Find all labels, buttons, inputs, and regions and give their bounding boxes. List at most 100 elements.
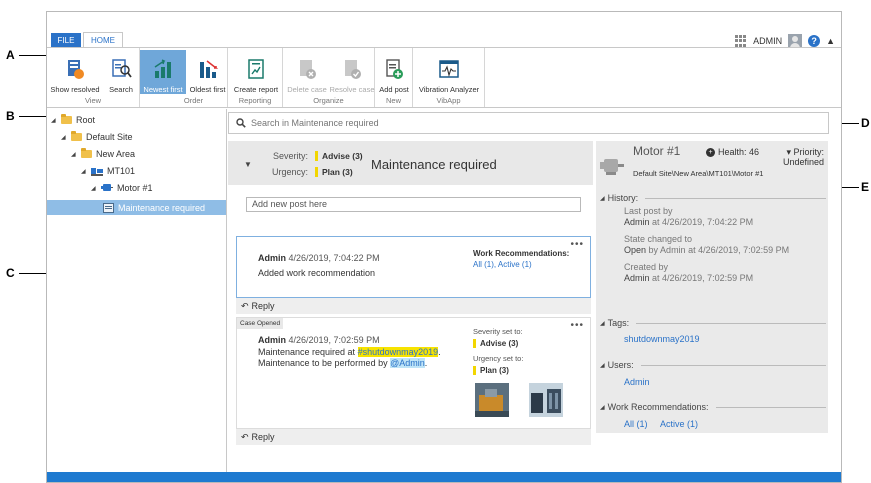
reply-button[interactable]: ↶ Reply xyxy=(236,298,591,314)
last-post-at: at 4/26/2019, 7:04:22 PM xyxy=(652,217,754,227)
expand-arrow-icon[interactable]: ◢ xyxy=(61,134,67,141)
tree-item-new-area[interactable]: ◢ New Area xyxy=(71,147,135,161)
post-text-prefix: Maintenance to be performed by xyxy=(258,358,391,368)
wr-all-link[interactable]: All (1) xyxy=(624,419,648,429)
search-button[interactable]: Search xyxy=(104,50,138,94)
work-recommendations-title: Work Recommendations: xyxy=(607,402,709,412)
collapse-case-icon[interactable]: ▼ xyxy=(244,160,252,169)
tree-item-mt101[interactable]: ◢ MT101 xyxy=(81,164,135,178)
ribbon-group-view-label: View xyxy=(84,96,102,105)
reply-icon: ↶ xyxy=(241,431,249,442)
add-post-button[interactable]: Add post xyxy=(377,50,411,94)
search-input[interactable] xyxy=(251,118,811,128)
reply-button[interactable]: ↶ Reply xyxy=(236,429,591,445)
post-text-suffix: . xyxy=(438,347,441,357)
tree-item-motor-1[interactable]: ◢ Motor #1 xyxy=(91,181,153,195)
collapse-arrow-icon[interactable]: ◢ xyxy=(600,404,605,411)
state-value: Open xyxy=(624,245,647,255)
status-bar xyxy=(47,472,841,482)
case-header: ▼ Severity: Advise (3) Urgency: Plan (3)… xyxy=(228,141,593,185)
collapse-arrow-icon[interactable]: ◢ xyxy=(600,195,605,202)
mention-link[interactable]: @Admin xyxy=(390,358,425,368)
tab-file[interactable]: FILE xyxy=(51,33,81,47)
expand-arrow-icon[interactable]: ◢ xyxy=(81,168,87,175)
attachment-thumbnail[interactable] xyxy=(475,383,509,417)
folder-icon xyxy=(61,114,72,124)
urgency-label: Urgency: xyxy=(271,167,308,177)
resolve-case-label: Resolve case xyxy=(329,85,375,94)
ribbon-group-organize-label: Organize xyxy=(313,96,344,105)
wr-all-link[interactable]: All (1), xyxy=(473,260,496,269)
hashtag-link[interactable]: #shutdownmay2019 xyxy=(357,347,439,357)
tab-home[interactable]: HOME xyxy=(83,32,123,47)
new-post-input[interactable]: Add new post here xyxy=(246,197,581,212)
post-author: Admin xyxy=(258,335,286,345)
wr-active-link[interactable]: Active (1) xyxy=(660,419,698,429)
folder-icon xyxy=(71,131,82,141)
tree-item-label: Maintenance required xyxy=(118,202,206,213)
more-options-icon[interactable]: ••• xyxy=(570,320,584,331)
search-icon xyxy=(236,118,246,128)
search-doc-icon xyxy=(112,59,132,78)
reply-icon: ↶ xyxy=(241,300,249,311)
tree-item-label: MT101 xyxy=(107,166,136,176)
help-icon[interactable]: ? xyxy=(808,35,821,47)
resolve-case-button[interactable]: Resolve case xyxy=(329,50,375,94)
expand-arrow-icon[interactable]: ◢ xyxy=(51,117,57,124)
created-by: Admin xyxy=(624,273,650,283)
delete-case-button[interactable]: Delete case xyxy=(285,50,329,94)
newest-first-button[interactable]: Newest first xyxy=(140,50,186,94)
ribbon-group-new: Add post New xyxy=(375,48,413,107)
history-created: Created by Admin at 4/26/2019, 7:02:59 P… xyxy=(624,262,753,284)
vibration-analyzer-button[interactable]: Vibration Analyzer xyxy=(415,50,483,94)
oldest-first-button[interactable]: Oldest first xyxy=(187,50,228,94)
avatar[interactable] xyxy=(788,34,803,48)
urgency-set-value: Plan (3) xyxy=(473,366,509,375)
add-post-icon xyxy=(386,59,403,79)
collapse-ribbon-icon[interactable]: ▲ xyxy=(826,36,835,46)
asset-title: Motor #1 xyxy=(633,144,681,158)
case-icon xyxy=(103,202,114,213)
post-author: Admin xyxy=(258,253,286,263)
user-name[interactable]: ADMIN xyxy=(753,36,782,46)
expand-arrow-icon[interactable]: ◢ xyxy=(71,151,77,158)
motor-icon xyxy=(600,159,624,175)
tree-item-root[interactable]: ◢ Root xyxy=(51,113,95,127)
resolve-case-icon xyxy=(345,60,361,79)
collapse-arrow-icon[interactable]: ◢ xyxy=(600,320,605,327)
callout-e: E xyxy=(861,180,870,194)
users-section-title[interactable]: ◢ Users: xyxy=(600,360,826,370)
section-divider xyxy=(715,406,826,408)
asset-path: Default Site\New Area\MT101\Motor #1 xyxy=(633,169,764,178)
show-resolved-icon xyxy=(68,60,84,79)
tree-item-maintenance-required[interactable]: Maintenance required xyxy=(47,200,226,215)
apps-grid-icon[interactable] xyxy=(735,35,747,47)
create-report-button[interactable]: Create report xyxy=(231,50,281,94)
ribbon-group-view: Show resolved Search View xyxy=(47,48,140,107)
newest-first-icon xyxy=(154,59,171,78)
tags-section-title[interactable]: ◢ Tags: xyxy=(600,318,826,328)
collapse-arrow-icon[interactable]: ◢ xyxy=(600,362,605,369)
callout-b: B xyxy=(6,109,15,123)
history-section-title[interactable]: ◢ History: xyxy=(600,193,826,203)
health-value: Health: 46 xyxy=(718,147,760,157)
wr-active-link[interactable]: Active (1) xyxy=(498,260,532,269)
state-by: by Admin at 4/26/2019, 7:02:59 PM xyxy=(648,245,790,255)
expand-arrow-icon[interactable]: ◢ xyxy=(91,185,97,192)
vibration-analyzer-label: Vibration Analyzer xyxy=(418,85,480,94)
last-post-by: Admin xyxy=(624,217,650,227)
attachment-thumbnail[interactable] xyxy=(529,383,563,417)
severity-label: Severity: xyxy=(272,151,308,161)
callout-d: D xyxy=(861,116,870,130)
user-link[interactable]: Admin xyxy=(624,377,650,387)
created-label: Created by xyxy=(624,262,669,272)
more-options-icon[interactable]: ••• xyxy=(570,239,584,250)
ribbon-group-vibapp: Vibration Analyzer VibApp xyxy=(413,48,485,107)
vibration-analyzer-icon xyxy=(439,60,459,78)
show-resolved-button[interactable]: Show resolved xyxy=(50,50,100,94)
work-recommendations-section-title[interactable]: ◢ Work Recommendations: xyxy=(600,402,826,412)
tag-link[interactable]: shutdownmay2019 xyxy=(624,334,700,344)
health-indicator: + Health: 46 xyxy=(706,147,759,157)
post-case-opened: Case Opened ••• Admin 4/26/2019, 7:02:59… xyxy=(236,317,591,429)
tree-item-default-site[interactable]: ◢ Default Site xyxy=(61,130,133,144)
